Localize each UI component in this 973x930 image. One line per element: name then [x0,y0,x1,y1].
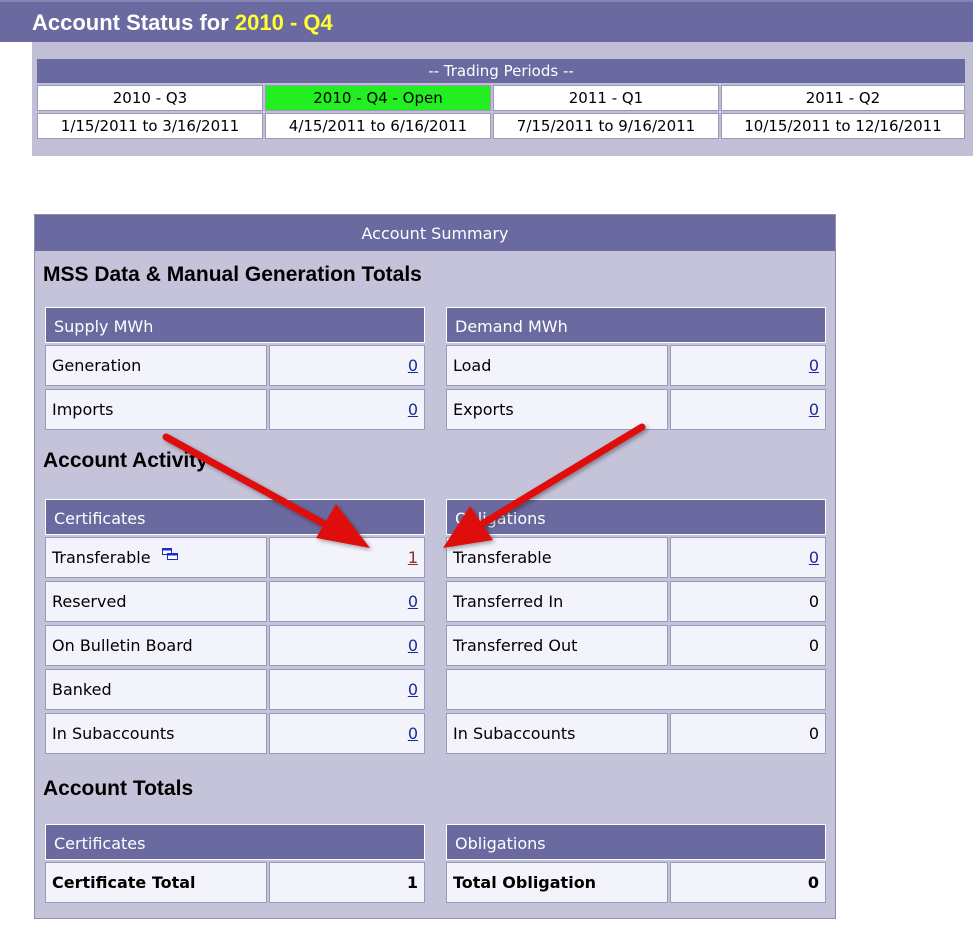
row-label: In Subaccounts [45,713,267,754]
table-row: On Bulletin Board 0 [45,623,425,667]
table-row: Transferable 1 [45,535,425,579]
page-title-bar: Account Status for 2010 - Q4 [0,0,973,42]
table-row: Certificate Total 1 [45,860,425,904]
totals-obligations-header: Obligations [446,824,826,860]
table-row: Transferred In 0 [446,579,826,623]
row-label: Generation [45,345,267,386]
row-label: On Bulletin Board [45,625,267,666]
certificates-activity-table: Certificates Transferable 1 Reserved 0 O… [45,499,425,755]
exports-value-link[interactable]: 0 [670,389,826,430]
period-range: 1/15/2011 to 3/16/2011 [37,113,263,139]
demand-table: Demand MWh Load 0 Exports 0 [446,307,826,431]
table-row: In Subaccounts 0 [45,711,425,755]
table-row: Total Obligation 0 [446,860,826,904]
table-row: Load 0 [446,343,826,387]
row-label: Transferred In [446,581,668,622]
empty-cell [446,669,826,710]
obligation-totals-table: Obligations Total Obligation 0 [446,824,826,904]
table-row: Exports 0 [446,387,826,431]
period-name[interactable]: 2011 - Q2 [721,85,965,111]
row-value: 0 [670,581,826,622]
split-window-icon[interactable] [161,535,178,575]
period-name[interactable]: 2011 - Q1 [493,85,719,111]
certificate-totals-table: Certificates Certificate Total 1 [45,824,425,904]
account-totals-title: Account Totals [43,777,194,800]
imports-value-link[interactable]: 0 [269,389,425,430]
account-activity-title: Account Activity [43,449,208,472]
table-row: In Subaccounts 0 [446,711,826,755]
row-label: Transferable [446,537,668,578]
load-value-link[interactable]: 0 [670,345,826,386]
cert-banked-value-link[interactable]: 0 [269,669,425,710]
obligations-activity-table: Obligations Transferable 0 Transferred I… [446,499,826,755]
period-name-open[interactable]: 2010 - Q4 - Open [265,85,491,111]
page-title: Account Status for [32,10,229,35]
trading-periods-table: -- Trading Periods -- 2010 - Q3 2010 - Q… [35,57,967,141]
certificate-total-value: 1 [269,862,425,903]
table-row: Reserved 0 [45,579,425,623]
supply-header: Supply MWh [45,307,425,343]
table-row: Generation 0 [45,343,425,387]
mss-totals-title: MSS Data & Manual Generation Totals [43,263,422,286]
certificates-header: Certificates [45,499,425,535]
cert-subaccounts-value-link[interactable]: 0 [269,713,425,754]
row-label: Imports [45,389,267,430]
row-label: Total Obligation [446,862,668,903]
cert-bulletin-value-link[interactable]: 0 [269,625,425,666]
cert-transferable-value-link[interactable]: 1 [269,537,425,578]
demand-header: Demand MWh [446,307,826,343]
row-value: 0 [670,625,826,666]
table-row: Transferred Out 0 [446,623,826,667]
table-row: Imports 0 [45,387,425,431]
account-summary-heading: Account Summary [35,215,835,251]
row-label: Exports [446,389,668,430]
period-range: 4/15/2011 to 6/16/2011 [265,113,491,139]
account-summary-panel: Account Summary MSS Data & Manual Genera… [34,214,836,919]
row-label: Load [446,345,668,386]
cert-reserved-value-link[interactable]: 0 [269,581,425,622]
table-row: Banked 0 [45,667,425,711]
row-label: In Subaccounts [446,713,668,754]
period-range: 7/15/2011 to 9/16/2011 [493,113,719,139]
supply-table: Supply MWh Generation 0 Imports 0 [45,307,425,431]
totals-certificates-header: Certificates [45,824,425,860]
table-row: Transferable 0 [446,535,826,579]
obligations-header: Obligations [446,499,826,535]
row-value: 0 [670,713,826,754]
row-label: Certificate Total [45,862,267,903]
trading-periods-heading: -- Trading Periods -- [37,59,965,83]
generation-value-link[interactable]: 0 [269,345,425,386]
period-range: 10/15/2011 to 12/16/2011 [721,113,965,139]
total-obligation-value: 0 [670,862,826,903]
row-label: Reserved [45,581,267,622]
period-name[interactable]: 2010 - Q3 [37,85,263,111]
trading-periods-panel: -- Trading Periods -- 2010 - Q3 2010 - Q… [32,42,973,156]
row-label: Transferred Out [446,625,668,666]
table-row-empty [446,667,826,711]
obl-transferable-value-link[interactable]: 0 [670,537,826,578]
current-period: 2010 - Q4 [234,10,333,35]
row-label: Banked [45,669,267,710]
row-label: Transferable [45,537,267,578]
